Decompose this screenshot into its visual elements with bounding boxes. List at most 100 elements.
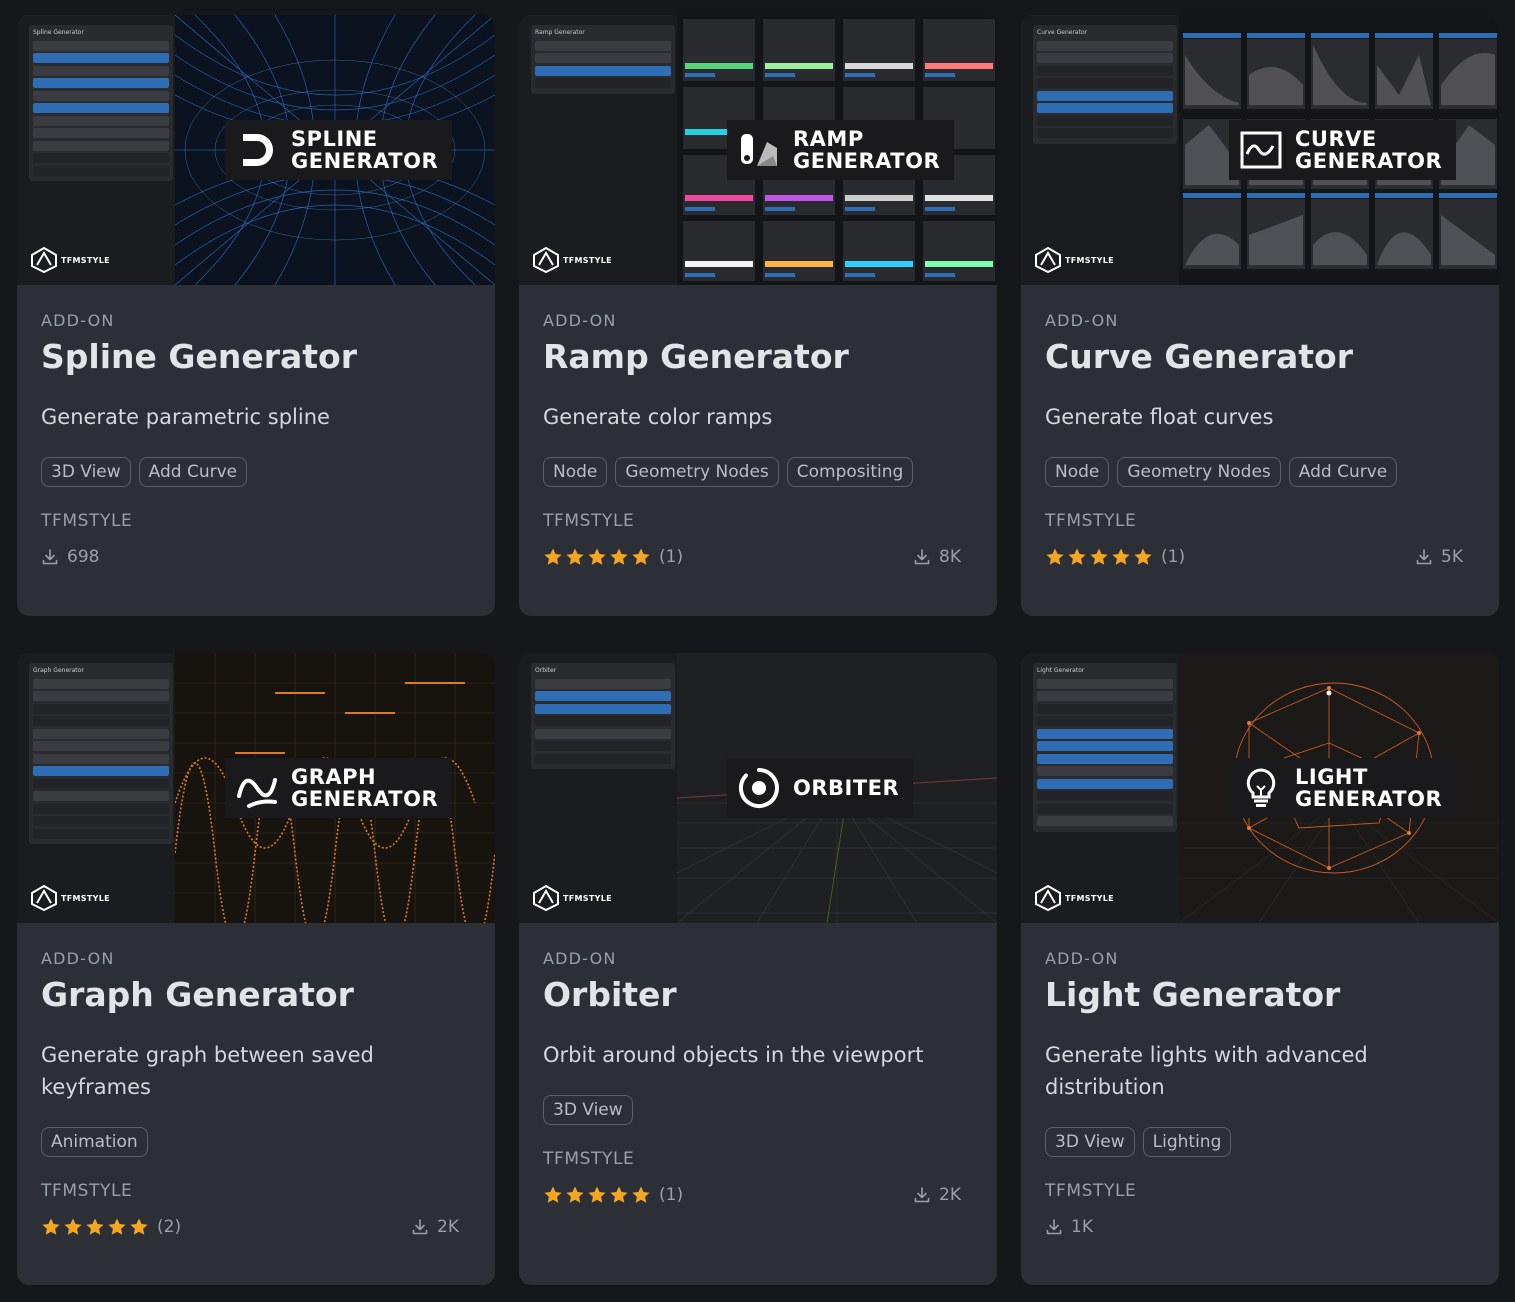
star-rating xyxy=(543,547,651,567)
tag[interactable]: 3D View xyxy=(41,457,131,487)
download-count-value: 698 xyxy=(67,547,100,567)
card-thumbnail: Orbiter ORBITER TFMSTYLE xyxy=(519,653,997,923)
tag-list: 3D View Add Curve xyxy=(41,457,471,487)
tag[interactable]: 3D View xyxy=(1045,1127,1135,1157)
addon-card-spline-generator[interactable]: Spline Generator SPLINE GENERATOR TFMSTY… xyxy=(17,15,495,616)
card-category: ADD-ON xyxy=(1045,949,1119,968)
addon-card-graph-generator[interactable]: Graph Generator GRAPH GENERATOR TFMSTYLE… xyxy=(17,653,495,1285)
card-author[interactable]: TFMSTYLE xyxy=(543,1149,973,1169)
download-count: 1K xyxy=(1045,1217,1093,1237)
download-icon xyxy=(1416,549,1432,565)
brand-text: TFMSTYLE xyxy=(61,255,110,265)
card-thumbnail: Graph Generator GRAPH GENERATOR TFMSTYLE xyxy=(17,653,495,923)
panel-title: Light Generator xyxy=(1037,667,1085,674)
product-badge: ORBITER xyxy=(727,758,914,818)
tag[interactable]: Node xyxy=(1045,457,1110,487)
card-title[interactable]: Light Generator xyxy=(1045,975,1475,1019)
card-title[interactable]: Spline Generator xyxy=(41,337,471,381)
download-count: 5K xyxy=(1415,547,1463,567)
star-icon xyxy=(588,1186,606,1203)
brand-watermark: TFMSTYLE xyxy=(1035,885,1114,911)
panel-title: Spline Generator xyxy=(33,29,84,36)
product-badge: SPLINE GENERATOR xyxy=(225,120,453,180)
brand-watermark: TFMSTYLE xyxy=(31,885,110,911)
product-badge: RAMP GENERATOR xyxy=(727,120,955,180)
panel-title: Ramp Generator xyxy=(535,29,585,36)
tag[interactable]: Add Curve xyxy=(1288,457,1398,487)
star-icon xyxy=(632,548,650,565)
star-icon xyxy=(610,1186,628,1203)
card-title[interactable]: Ramp Generator xyxy=(543,337,973,381)
card-title[interactable]: Orbiter xyxy=(543,975,973,1019)
tag-list: Node Geometry Nodes Compositing xyxy=(543,457,973,487)
addon-panel-preview: Light Generator xyxy=(1021,653,1179,923)
card-description: Orbit around objects in the viewport xyxy=(543,1043,924,1067)
addon-card-orbiter[interactable]: Orbiter ORBITER TFMSTYLE ADD-ON Orbiter … xyxy=(519,653,997,1285)
addon-card-curve-generator[interactable]: Curve Generator CURVE GENERATOR TFMSTYLE… xyxy=(1021,15,1499,616)
star-rating xyxy=(41,1217,149,1237)
star-icon xyxy=(1112,548,1130,565)
tag[interactable]: Node xyxy=(543,457,608,487)
star-icon xyxy=(566,548,584,565)
brand-watermark: TFMSTYLE xyxy=(533,247,612,273)
card-author[interactable]: TFMSTYLE xyxy=(1045,511,1475,531)
addon-panel-preview: Ramp Generator xyxy=(519,15,677,285)
tfmstyle-logo-icon xyxy=(1035,885,1061,911)
rating-count: (1) xyxy=(1161,547,1186,567)
brand-text: TFMSTYLE xyxy=(1065,893,1114,903)
download-count-value: 1K xyxy=(1071,1217,1093,1237)
addon-panel-preview: Spline Generator xyxy=(17,15,175,285)
tag-list: Node Geometry Nodes Add Curve xyxy=(1045,457,1475,487)
card-author[interactable]: TFMSTYLE xyxy=(41,1181,471,1201)
addon-panel-preview: Curve Generator xyxy=(1021,15,1179,285)
brand-text: TFMSTYLE xyxy=(1065,255,1114,265)
tfmstyle-logo-icon xyxy=(31,247,57,273)
card-description: Generate graph between saved keyframes xyxy=(41,1043,374,1099)
addon-card-ramp-generator[interactable]: Ramp Generator RAMP GENERATOR TFMSTYLE A… xyxy=(519,15,997,616)
card-thumbnail: Curve Generator CURVE GENERATOR TFMSTYLE xyxy=(1021,15,1499,285)
tag-list: 3D View Lighting xyxy=(1045,1127,1475,1157)
panel-title: Curve Generator xyxy=(1037,29,1088,36)
tfmstyle-logo-icon xyxy=(533,247,559,273)
star-icon xyxy=(42,1218,60,1235)
star-icon xyxy=(1068,548,1086,565)
card-title[interactable]: Curve Generator xyxy=(1045,337,1475,381)
tag[interactable]: 3D View xyxy=(543,1095,633,1125)
addon-panel-preview: Orbiter xyxy=(519,653,677,923)
card-author[interactable]: TFMSTYLE xyxy=(41,511,471,531)
rating-count: (1) xyxy=(659,547,684,567)
brand-watermark: TFMSTYLE xyxy=(1035,247,1114,273)
tag[interactable]: Geometry Nodes xyxy=(615,457,779,487)
card-meta: (1) 5K xyxy=(1045,545,1475,569)
star-icon xyxy=(130,1218,148,1235)
download-icon xyxy=(914,1187,930,1203)
tag[interactable]: Compositing xyxy=(786,457,914,487)
tag-list: 3D View xyxy=(543,1095,973,1125)
star-icon xyxy=(544,1186,562,1203)
tag[interactable]: Lighting xyxy=(1142,1127,1232,1157)
addon-card-light-generator[interactable]: Light Generator LIGHT GENERATOR TFMSTYLE… xyxy=(1021,653,1499,1285)
tag[interactable]: Animation xyxy=(41,1127,148,1157)
tag[interactable]: Add Curve xyxy=(138,457,248,487)
badge-text: CURVE GENERATOR xyxy=(1295,127,1443,173)
download-count: 2K xyxy=(411,1217,459,1237)
card-author[interactable]: TFMSTYLE xyxy=(543,511,973,531)
card-meta: 698 xyxy=(41,545,471,569)
product-badge: LIGHT GENERATOR xyxy=(1229,758,1457,818)
download-icon xyxy=(412,1219,428,1235)
tfmstyle-logo-icon xyxy=(533,885,559,911)
rating-count: (2) xyxy=(157,1217,182,1237)
addon-grid: Spline Generator SPLINE GENERATOR TFMSTY… xyxy=(17,15,1499,1285)
badge-text: LIGHT GENERATOR xyxy=(1295,765,1443,811)
card-author[interactable]: TFMSTYLE xyxy=(1045,1181,1475,1201)
star-icon xyxy=(108,1218,126,1235)
card-meta: (1) 8K xyxy=(543,545,973,569)
card-category: ADD-ON xyxy=(1045,311,1119,330)
card-description: Generate float curves xyxy=(1045,405,1274,429)
star-icon xyxy=(544,548,562,565)
tag[interactable]: Geometry Nodes xyxy=(1117,457,1281,487)
download-count: 8K xyxy=(913,547,961,567)
card-title[interactable]: Graph Generator xyxy=(41,975,471,1019)
star-rating xyxy=(543,1185,651,1205)
product-badge: CURVE GENERATOR xyxy=(1229,120,1457,180)
